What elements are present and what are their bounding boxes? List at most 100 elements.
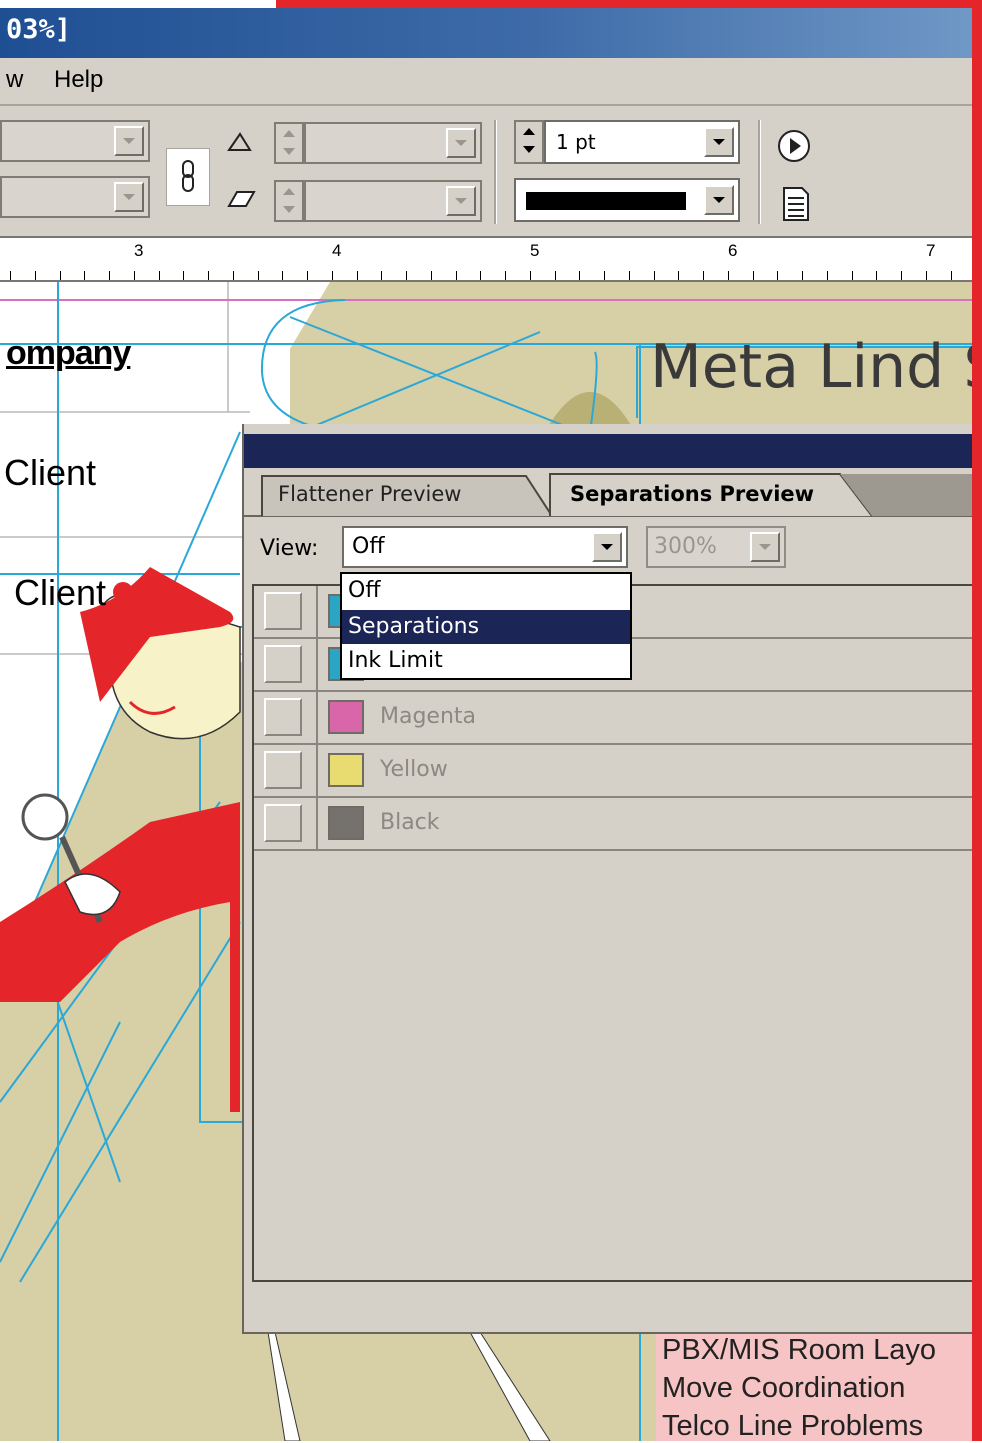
ruler-tick	[59, 271, 61, 280]
column-divider	[316, 798, 318, 849]
dropdown-arrow-icon[interactable]	[704, 185, 734, 215]
stroke-weight-stepper[interactable]	[514, 120, 544, 164]
dropdown-arrow-icon[interactable]	[446, 128, 476, 158]
dropdown-arrow-icon[interactable]	[114, 126, 144, 156]
ruler-tick	[802, 271, 803, 280]
shear-angle-field[interactable]	[304, 180, 482, 222]
services-list: PBX/MIS Room Layo Move Coordination Telc…	[656, 1334, 972, 1442]
window-title: 03%]	[6, 14, 72, 45]
view-option-ink-limit[interactable]: Ink Limit	[342, 644, 630, 678]
ruler-tick	[703, 271, 704, 280]
view-option-off[interactable]: Off	[342, 574, 630, 608]
ink-row-magenta[interactable]: Magenta	[254, 692, 976, 745]
ruler-tick	[455, 271, 457, 280]
visibility-toggle[interactable]	[264, 804, 302, 842]
table-cell: Client	[14, 572, 107, 613]
ruler-tick	[777, 271, 779, 280]
toolbar-divider	[758, 120, 761, 224]
dropdown-arrow-icon[interactable]	[704, 127, 734, 157]
ink-name: Yellow	[380, 757, 448, 782]
ruler-tick	[430, 271, 432, 280]
menu-help[interactable]: Help	[54, 66, 103, 94]
view-select[interactable]: Off	[342, 526, 628, 568]
ruler-tick	[901, 271, 902, 280]
ruler-label: 6	[728, 241, 738, 260]
rotate-angle-icon	[227, 132, 252, 151]
ruler-tick	[158, 271, 160, 280]
ruler-tick	[752, 271, 754, 280]
reference-x-field[interactable]	[0, 120, 150, 162]
ink-row-yellow[interactable]: Yellow	[254, 745, 976, 798]
visibility-toggle[interactable]	[264, 751, 302, 789]
zoom-select[interactable]: 300%	[646, 526, 786, 568]
ruler-tick	[331, 271, 333, 280]
horizontal-ruler[interactable]: 3 4 5 6 7	[0, 236, 972, 282]
stroke-type-select[interactable]	[514, 178, 740, 222]
image-border-right	[972, 0, 982, 1441]
ruler-tick	[653, 271, 655, 280]
play-action-icon[interactable]	[776, 128, 812, 164]
ruler-tick	[282, 271, 284, 280]
visibility-toggle[interactable]	[264, 645, 302, 683]
ruler-tick	[480, 271, 482, 280]
list-item: Telco Line Problems	[662, 1410, 924, 1442]
ruler-label: 4	[332, 241, 342, 260]
ruler-tick	[826, 271, 828, 280]
tab-separations-preview[interactable]: Separations Preview	[570, 482, 814, 506]
ruler-tick	[678, 271, 680, 280]
control-bar: 1 pt	[0, 104, 972, 236]
ruler-label: 5	[530, 241, 540, 260]
ink-list: Magenta Yellow Black	[252, 584, 976, 1282]
rotate-stepper[interactable]	[274, 122, 304, 164]
view-option-separations[interactable]: Separations	[342, 610, 630, 644]
dropdown-arrow-icon[interactable]	[114, 182, 144, 212]
column-divider	[316, 745, 318, 796]
constrain-proportions-button[interactable]	[166, 148, 210, 206]
ruler-tick	[381, 271, 383, 280]
list-item: Move Coordination	[662, 1372, 906, 1404]
ruler-tick	[109, 271, 110, 280]
title-bar-gap	[0, 0, 276, 8]
chain-link-icon	[182, 160, 194, 192]
ruler-tick	[554, 271, 556, 280]
menu-view[interactable]: w	[6, 66, 23, 94]
tab-flattener-preview[interactable]: Flattener Preview	[278, 482, 461, 506]
dropdown-arrow-icon[interactable]	[446, 186, 476, 216]
shear-stepper[interactable]	[274, 180, 304, 222]
document-list-icon[interactable]	[780, 186, 812, 222]
dropdown-arrow-icon[interactable]	[592, 532, 622, 562]
ruler-tick	[406, 271, 407, 280]
column-divider	[316, 639, 318, 690]
image-border-top	[276, 0, 982, 8]
ruler-tick	[505, 271, 506, 280]
view-dropdown-menu: Off Separations Ink Limit	[340, 572, 632, 680]
visibility-toggle[interactable]	[264, 592, 302, 630]
ruler-label: 7	[926, 241, 936, 260]
ruler-label: 3	[134, 241, 144, 260]
ruler-tick	[208, 271, 209, 280]
ink-name: Magenta	[380, 704, 477, 729]
ruler-tick	[356, 271, 358, 280]
ruler-tick	[257, 271, 259, 280]
ink-row-black[interactable]: Black	[254, 798, 976, 851]
ink-swatch	[328, 806, 364, 840]
stroke-type-swatch	[526, 192, 686, 210]
rotate-angle-field[interactable]	[304, 122, 482, 164]
column-divider	[316, 692, 318, 743]
ruler-tick	[529, 271, 531, 280]
reference-y-field[interactable]	[0, 176, 150, 218]
panel-title-bar[interactable]	[244, 434, 974, 468]
ruler-tick	[628, 271, 630, 280]
column-divider	[316, 586, 318, 637]
visibility-toggle[interactable]	[264, 698, 302, 736]
dropdown-arrow-icon[interactable]	[750, 532, 780, 562]
ruler-tick	[133, 271, 135, 280]
view-select-value: Off	[352, 534, 385, 559]
stroke-weight-field[interactable]: 1 pt	[544, 120, 740, 164]
ruler-tick	[851, 271, 853, 280]
table-cell: Client	[4, 452, 97, 493]
ruler-tick	[876, 271, 878, 280]
menu-bar: w Help	[0, 58, 972, 104]
ink-swatch	[328, 753, 364, 787]
ink-name: Black	[380, 810, 440, 835]
